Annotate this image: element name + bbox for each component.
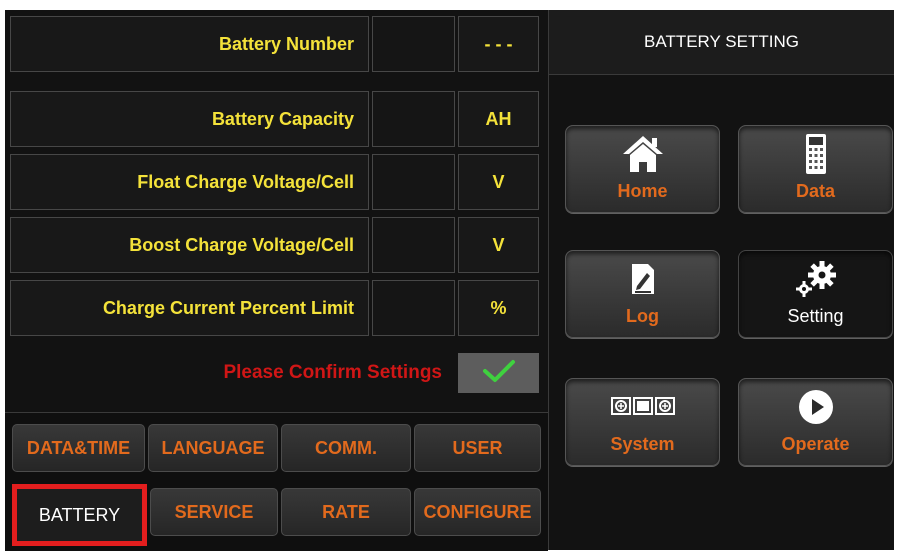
page-title: BATTERY SETTING (549, 10, 894, 75)
tab-language[interactable]: LANGUAGE (148, 424, 278, 472)
data-label: Data (795, 181, 835, 201)
system-icon (566, 387, 719, 427)
label-battery-number: Battery Number (10, 16, 369, 72)
home-icon (566, 134, 719, 174)
log-icon (566, 259, 719, 299)
label-charge-current-limit: Charge Current Percent Limit (10, 280, 369, 336)
setting-button[interactable]: Setting (738, 250, 893, 338)
home-label: Home (617, 181, 668, 201)
unit-boost-charge-voltage: V (458, 217, 539, 273)
operate-button[interactable]: Operate (738, 378, 893, 466)
unit-float-charge-voltage: V (458, 154, 539, 210)
data-button[interactable]: Data (738, 125, 893, 213)
operate-label: Operate (781, 434, 850, 454)
home-button[interactable]: Home (565, 125, 720, 213)
log-label: Log (626, 306, 659, 326)
data-icon (739, 134, 892, 174)
gears-icon (739, 259, 892, 299)
tab-data-time[interactable]: DATA&TIME (12, 424, 145, 472)
tab-rate[interactable]: RATE (281, 488, 411, 536)
input-boost-charge-voltage[interactable] (372, 217, 455, 273)
tab-service[interactable]: SERVICE (150, 488, 278, 536)
unit-battery-capacity: AH (458, 91, 539, 147)
input-battery-number[interactable] (372, 16, 455, 72)
tab-user[interactable]: USER (414, 424, 541, 472)
unit-battery-number: - - - (458, 16, 539, 72)
confirm-button[interactable] (458, 353, 539, 393)
system-label: System (610, 434, 675, 454)
input-float-charge-voltage[interactable] (372, 154, 455, 210)
log-button[interactable]: Log (565, 250, 720, 338)
tab-configure[interactable]: CONFIGURE (414, 488, 541, 536)
setting-label: Setting (787, 306, 844, 326)
input-battery-capacity[interactable] (372, 91, 455, 147)
label-battery-capacity: Battery Capacity (10, 91, 369, 147)
system-button[interactable]: System (565, 378, 720, 466)
unit-charge-current-limit: % (458, 280, 539, 336)
confirm-settings-text: Please Confirm Settings (223, 362, 442, 383)
checkmark-icon (481, 358, 517, 389)
input-charge-current-limit[interactable] (372, 280, 455, 336)
vertical-divider (548, 10, 549, 550)
label-float-charge-voltage: Float Charge Voltage/Cell (10, 154, 369, 210)
label-boost-charge-voltage: Boost Charge Voltage/Cell (10, 217, 369, 273)
play-icon (739, 387, 892, 427)
tab-comm[interactable]: COMM. (281, 424, 411, 472)
tab-battery[interactable]: BATTERY (12, 484, 147, 546)
